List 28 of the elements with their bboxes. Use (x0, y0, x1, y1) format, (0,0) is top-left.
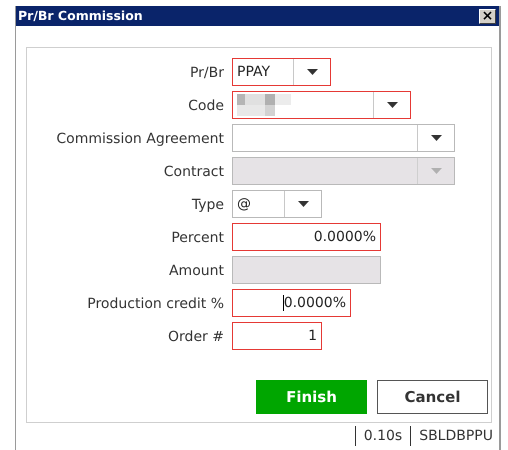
field-label: Contract (164, 164, 224, 180)
field-value: PPAY (237, 62, 270, 82)
field-label: Type (192, 197, 224, 213)
input-field[interactable]: 1 (232, 322, 322, 350)
caret-icon (298, 201, 308, 207)
close-button[interactable]: × (479, 8, 496, 24)
caret-icon (386, 102, 398, 108)
field-label: Amount (168, 263, 224, 279)
field-label: Commission Agreement (56, 131, 224, 147)
dropdown[interactable] (232, 124, 455, 152)
caret-icon (430, 168, 442, 174)
field-value: @ (237, 194, 251, 214)
status-text: SBLDBPPU (419, 426, 493, 446)
dropdown[interactable] (232, 91, 411, 119)
dropdown[interactable]: PPAY (232, 58, 331, 86)
field-label: Percent (171, 230, 224, 246)
status-text: 0.10s (364, 426, 402, 446)
caret-icon (430, 135, 442, 141)
cancel-button[interactable]: Cancel (377, 380, 488, 414)
field-label: Code (188, 98, 224, 114)
input-field[interactable]: 0.0000% (232, 223, 381, 251)
caret-icon (306, 69, 318, 75)
window-title: Pr/Br Commission (18, 10, 143, 22)
input-field[interactable]: 0.0000% (232, 289, 351, 317)
field-label: Pr/Br (190, 65, 224, 81)
field-label: Order # (168, 329, 224, 345)
dropdown[interactable]: @ (232, 190, 322, 218)
field-label: Production credit % (87, 296, 224, 312)
